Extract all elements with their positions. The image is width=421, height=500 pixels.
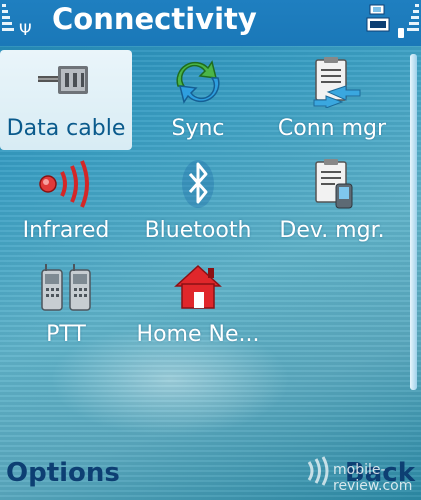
scrollbar-thumb[interactable] [410, 54, 417, 390]
grid-item-label: Home Ne... [136, 322, 260, 347]
connection-status-icon [366, 4, 390, 32]
watermark-logo-icon [307, 456, 329, 486]
usb-cable-icon [38, 66, 88, 94]
watermark-text: mobile-review.com [333, 462, 413, 494]
sync-icon [176, 60, 220, 104]
push-to-talk-icon [41, 264, 91, 311]
antenna-icon: Ψ [19, 20, 32, 39]
home-network-icon [174, 264, 222, 309]
grid-item-infrared[interactable]: Infrared [0, 152, 132, 252]
grid-item-label: Dev. mgr. [279, 218, 385, 243]
grid-item-label: Data cable [6, 116, 126, 141]
signal-strength-icon [2, 4, 14, 44]
grid-item-label: Conn mgr [277, 116, 387, 141]
battery-level-icon [407, 4, 419, 44]
watermark: mobile-review.com [305, 452, 415, 494]
infrared-icon [39, 160, 89, 208]
grid-item-ptt[interactable]: PTT [0, 256, 132, 356]
phone-screen: Ψ Connectivity Data cable Sync Conn mgr … [0, 0, 421, 500]
battery-area [351, 0, 421, 46]
options-softkey[interactable]: Options [6, 458, 120, 488]
grid-item-home-network[interactable]: Home Ne... [132, 256, 264, 356]
status-bar: Ψ Connectivity [0, 0, 421, 46]
grid-item-sync[interactable]: Sync [132, 50, 264, 150]
page-title: Connectivity [52, 2, 257, 36]
device-manager-icon [315, 159, 353, 209]
grid-item-data-cable[interactable]: Data cable [0, 50, 132, 150]
grid-item-dev-mgr[interactable]: Dev. mgr. [266, 152, 398, 252]
grid-item-label: Infrared [22, 218, 110, 243]
grid-item-conn-mgr[interactable]: Conn mgr [266, 50, 398, 150]
grid-item-bluetooth[interactable]: Bluetooth [132, 152, 264, 252]
bluetooth-icon [182, 160, 214, 208]
grid-item-label: Bluetooth [144, 218, 252, 243]
scrollbar[interactable] [410, 54, 417, 390]
grid-item-label: PTT [46, 322, 86, 347]
grid-item-label: Sync [171, 116, 225, 141]
battery-icon [398, 28, 404, 38]
connection-manager-icon [313, 57, 361, 108]
